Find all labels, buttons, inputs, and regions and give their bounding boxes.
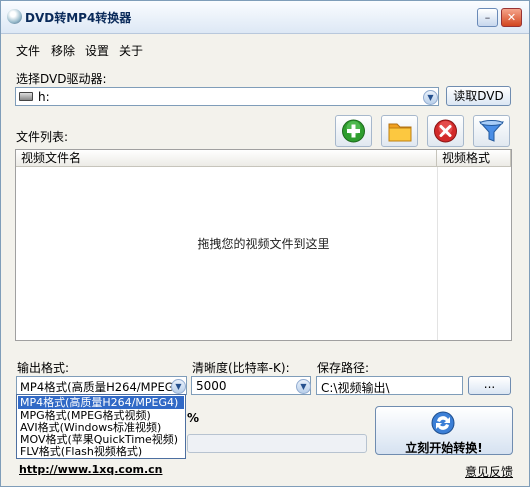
drive-value: h: bbox=[38, 90, 50, 104]
menu-remove[interactable]: 移除 bbox=[51, 42, 75, 59]
feedback-link[interactable]: 意见反馈 bbox=[465, 463, 513, 480]
add-icon bbox=[342, 119, 365, 143]
folder-icon bbox=[388, 123, 412, 142]
progress-percent: % bbox=[187, 411, 200, 425]
filter-button[interactable] bbox=[473, 115, 510, 147]
app-icon bbox=[7, 9, 22, 24]
title-bar[interactable]: DVD转MP4转换器 – ✕ bbox=[1, 1, 529, 34]
drive-label: 选择DVD驱动器: bbox=[16, 72, 107, 86]
add-folder-button[interactable] bbox=[381, 115, 418, 147]
path-label: 保存路径: bbox=[317, 361, 370, 375]
format-option[interactable]: FLV格式(Flash视频格式) bbox=[18, 445, 184, 458]
remove-icon bbox=[434, 119, 457, 143]
column-divider bbox=[437, 167, 438, 340]
file-table[interactable]: 视频文件名 视频格式 拖拽您的视频文件到这里 bbox=[15, 149, 512, 341]
path-value: C:\视频输出\ bbox=[321, 381, 390, 395]
filter-icon bbox=[478, 120, 505, 142]
drive-icon bbox=[19, 92, 33, 101]
format-option[interactable]: MP4格式(高质量H264/MPEG4) bbox=[18, 396, 184, 409]
menu-settings[interactable]: 设置 bbox=[85, 42, 109, 59]
chevron-down-icon[interactable]: ▼ bbox=[171, 379, 186, 394]
app-window: DVD转MP4转换器 – ✕ 文件 移除 设置 关于 选择DVD驱动器: h: … bbox=[0, 0, 530, 487]
menu-file[interactable]: 文件 bbox=[16, 42, 40, 59]
file-list-label: 文件列表: bbox=[16, 130, 69, 144]
chevron-down-icon[interactable]: ▼ bbox=[423, 90, 438, 105]
format-dropdown-list[interactable]: MP4格式(高质量H264/MPEG4) MPG格式(MPEG格式视频) AVI… bbox=[16, 394, 186, 459]
convert-button[interactable]: 立刻开始转换! bbox=[375, 406, 513, 455]
format-label: 输出格式: bbox=[17, 361, 70, 375]
close-button[interactable]: ✕ bbox=[501, 8, 522, 27]
add-file-button[interactable] bbox=[335, 115, 372, 147]
menu-bar: 文件 移除 设置 关于 bbox=[1, 39, 529, 59]
drop-hint: 拖拽您的视频文件到这里 bbox=[197, 237, 330, 251]
format-value: MP4格式(高质量H264/MPEG4) bbox=[20, 380, 186, 394]
quality-value: 5000 bbox=[196, 379, 227, 393]
column-header-format[interactable]: 视频格式 bbox=[437, 150, 511, 167]
menu-about[interactable]: 关于 bbox=[119, 42, 143, 59]
window-title: DVD转MP4转换器 bbox=[25, 11, 132, 25]
read-dvd-button[interactable]: 读取DVD bbox=[446, 86, 511, 106]
quality-label: 清晰度(比特率-K): bbox=[192, 361, 290, 375]
convert-label: 立刻开始转换! bbox=[405, 441, 483, 455]
convert-icon bbox=[431, 411, 455, 435]
website-link[interactable]: http://www.1xq.com.cn bbox=[19, 463, 163, 476]
column-header-filename[interactable]: 视频文件名 bbox=[16, 150, 437, 167]
path-input[interactable]: C:\视频输出\ bbox=[316, 376, 463, 395]
remove-button[interactable] bbox=[427, 115, 464, 147]
format-select[interactable]: MP4格式(高质量H264/MPEG4) ▼ bbox=[16, 376, 187, 395]
drive-select[interactable]: h: ▼ bbox=[15, 87, 439, 106]
minimize-button[interactable]: – bbox=[477, 8, 498, 27]
chevron-down-icon[interactable]: ▼ bbox=[296, 379, 311, 394]
browse-button[interactable]: ... bbox=[468, 376, 511, 395]
progress-bar bbox=[187, 434, 367, 453]
quality-select[interactable]: 5000 ▼ bbox=[191, 376, 311, 395]
